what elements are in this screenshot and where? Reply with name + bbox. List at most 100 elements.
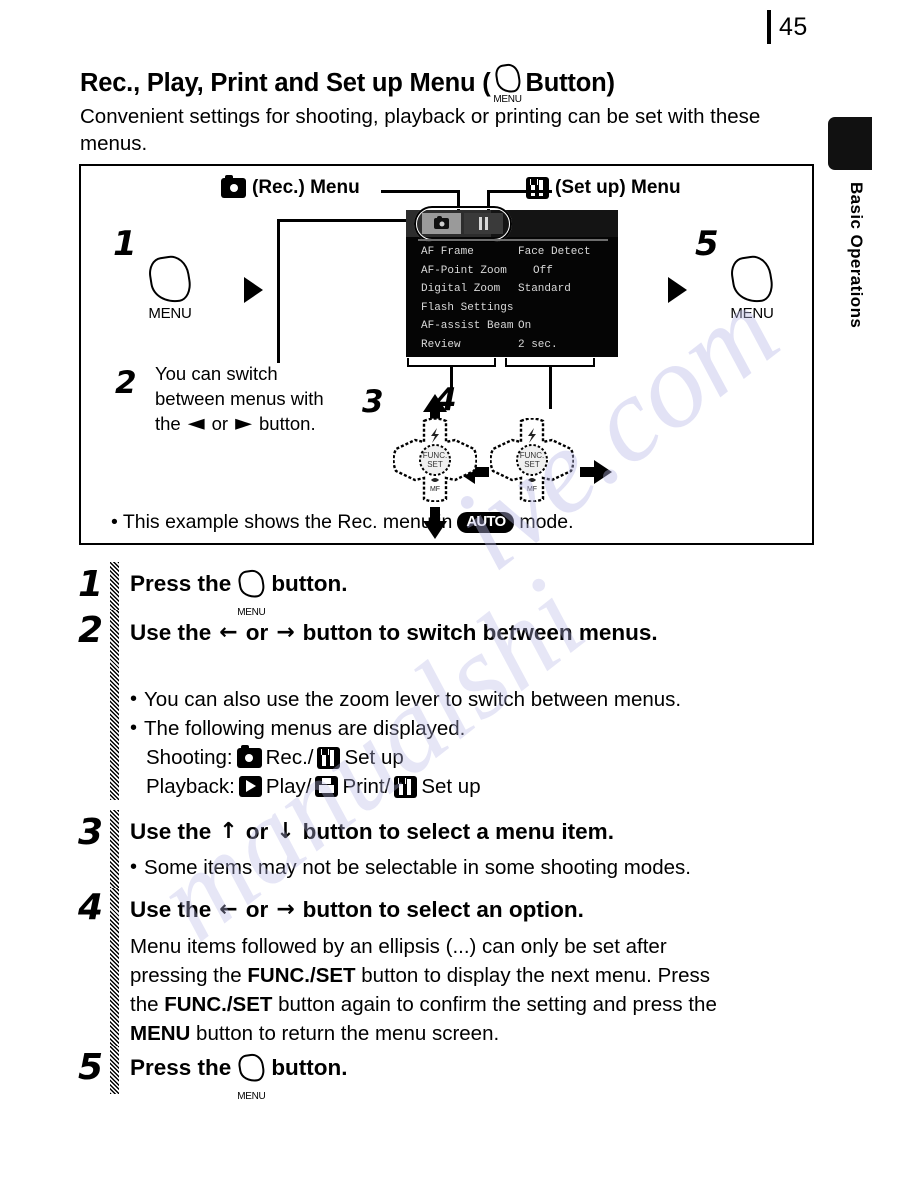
- menu-button-shape: [236, 568, 266, 600]
- arrow-left-icon: ◄: [187, 411, 205, 436]
- lcd-menu-row[interactable]: AF Frame Face Detect: [406, 243, 618, 262]
- bracket-menu-options: [505, 358, 595, 367]
- arrow-up-icon: [423, 394, 447, 426]
- lcd-menu-row-label: Review: [421, 338, 461, 351]
- lcd-menu-row[interactable]: Digital Zoom Standard: [406, 280, 618, 299]
- setup-tools-icon: [394, 775, 418, 798]
- arrow-right-icon: ►: [235, 411, 253, 436]
- step2-head-before: Use the: [130, 620, 212, 645]
- step-bar-5: [110, 1046, 119, 1094]
- lcd-menu-row-value: Face Detect: [518, 246, 591, 258]
- step3-bullet-1: • Some items may not be selectable in so…: [130, 853, 810, 882]
- callout-setup-menu: (Set up) Menu: [526, 177, 681, 199]
- step-bar-3: [110, 810, 119, 888]
- step-number-2: 2: [78, 610, 104, 651]
- step5-head-before: Press the: [130, 1055, 232, 1080]
- step-number-1: 1: [78, 564, 104, 605]
- step-bar-2: [110, 610, 119, 800]
- diagram-step-number-1: 1: [113, 224, 137, 264]
- diagram-step2-line1: You can switch: [155, 363, 278, 384]
- menu-button-shape: [146, 253, 194, 306]
- step3-bullet-1-text: Some items may not be selectable in some…: [144, 856, 691, 879]
- step2-playback-setup: Set up: [421, 775, 481, 798]
- step-number-4: 4: [78, 887, 104, 928]
- arrow-right-icon: [580, 460, 612, 484]
- arrow-left-icon: ←: [219, 897, 238, 922]
- step2-bullet-2: • The following menus are displayed.: [130, 714, 810, 743]
- bracket-menu-items: [407, 358, 496, 367]
- step4-body-line1: Menu items followed by an ellipsis (...)…: [130, 935, 667, 958]
- bracket-3-stem: [450, 367, 453, 393]
- diagram-footnote: • This example shows the Rec. menu in AU…: [111, 511, 574, 534]
- arrow-up-icon: ↑: [219, 819, 238, 844]
- lcd-menu-list: AF Frame Face Detect AF-Point Zoom Off D…: [406, 243, 618, 354]
- menu-button-icon: MENU: [493, 62, 523, 105]
- menu-button-shape: [728, 253, 776, 306]
- intro-paragraph: Convenient settings for shooting, playba…: [80, 105, 761, 155]
- play-icon: [238, 776, 262, 797]
- menu-button-shape: [236, 1052, 266, 1084]
- step-body-2: • You can also use the zoom lever to swi…: [130, 685, 810, 801]
- setup-tools-icon: [317, 746, 341, 769]
- lcd-menu-row-value: Standard: [518, 283, 571, 295]
- step4-line2-a: pressing the: [130, 964, 248, 987]
- lcd-menu-row-value: 2 sec.: [518, 338, 558, 351]
- menu-button-caption: MENU: [237, 1091, 266, 1102]
- step5-head-after: button.: [271, 1055, 348, 1080]
- lcd-divider: [418, 239, 608, 241]
- callout-rec-menu-label: (Rec.) Menu: [252, 177, 360, 198]
- step4-head-before: Use the: [130, 897, 212, 922]
- lcd-menu-row-value: On: [518, 320, 532, 332]
- dpad-controller-horizontal[interactable]: FUNC. SET MF: [490, 418, 574, 502]
- step4-line3-c: button again to confirm the setting and …: [272, 993, 717, 1016]
- step-heading-5: Press the MENU button.: [130, 1051, 348, 1102]
- step4-body-line2: pressing the FUNC./SET button to display…: [130, 961, 820, 990]
- lcd-menu-row[interactable]: AF-assist Beam On: [406, 317, 618, 336]
- step4-head-after: button to select an option.: [302, 897, 584, 922]
- step-heading-1: Press the MENU button.: [130, 567, 348, 618]
- lcd-menu-row-label: AF-Point Zoom: [421, 264, 507, 277]
- diagram-menu-button-left[interactable]: MENU: [139, 253, 201, 322]
- print-icon: [315, 776, 339, 797]
- step4-body-line4: MENU button to return the menu screen.: [130, 1019, 820, 1048]
- lcd-tab-highlight-ring: [414, 206, 512, 242]
- step2-shooting-setup: Set up: [344, 746, 404, 769]
- dpad-controller-vertical[interactable]: FUNC. SET MF: [393, 418, 477, 502]
- footnote-text-before: This example shows the Rec. menu in: [122, 511, 453, 533]
- leader-line-rec-horizontal: [381, 190, 459, 193]
- step4-head-mid: or: [245, 897, 269, 922]
- diagram-step2-text: You can switch between menus with the ◄ …: [155, 361, 365, 436]
- lcd-menu-row[interactable]: Flash Settings: [406, 299, 618, 318]
- step2-shooting-line: Shooting: Rec./ Set up: [146, 743, 810, 772]
- diagram-step-number-5: 5: [695, 224, 719, 264]
- lcd-menu-row-label: AF-assist Beam: [421, 320, 514, 332]
- setup-tools-icon: [526, 177, 549, 199]
- side-tab-marker: [828, 117, 872, 170]
- camera-lcd-screen: AF Frame Face Detect AF-Point Zoom Off D…: [406, 206, 618, 357]
- step-number-3: 3: [78, 812, 104, 853]
- leader-line-step2-horizontal: [277, 219, 417, 222]
- step1-head-after: button.: [271, 571, 348, 596]
- page-title-before: Rec., Play, Print and Set up Menu (: [80, 68, 491, 97]
- menu-button-icon: MENU: [235, 1052, 267, 1102]
- lcd-menu-row[interactable]: AF-Point Zoom Off: [406, 262, 618, 281]
- lcd-menu-row[interactable]: Review 2 sec.: [406, 336, 618, 355]
- step-number-5: 5: [78, 1047, 104, 1088]
- diagram-step2-or: or: [211, 413, 229, 434]
- rec-camera-icon: [221, 175, 246, 198]
- step4-line4-b: button to return the menu screen.: [190, 1022, 500, 1045]
- step2-head-mid: or: [245, 620, 269, 645]
- menu-button-caption: MENU: [730, 305, 774, 322]
- step-bar-1: [110, 562, 119, 610]
- step2-bullet-1: • You can also use the zoom lever to swi…: [130, 685, 810, 714]
- callout-rec-menu: (Rec.) Menu: [221, 175, 360, 199]
- step-body-4: Menu items followed by an ellipsis (...)…: [130, 932, 820, 1048]
- page-number-rule: [767, 10, 771, 44]
- lcd-menu-row-label: Flash Settings: [421, 301, 514, 314]
- step2-playback-print: Print/: [342, 775, 391, 798]
- arrow-right-icon: →: [276, 897, 295, 922]
- step1-head-before: Press the: [130, 571, 232, 596]
- step2-shooting-rec: Rec./: [265, 746, 314, 769]
- svg-text:SET: SET: [427, 460, 443, 469]
- diagram-menu-button-right[interactable]: MENU: [721, 253, 783, 322]
